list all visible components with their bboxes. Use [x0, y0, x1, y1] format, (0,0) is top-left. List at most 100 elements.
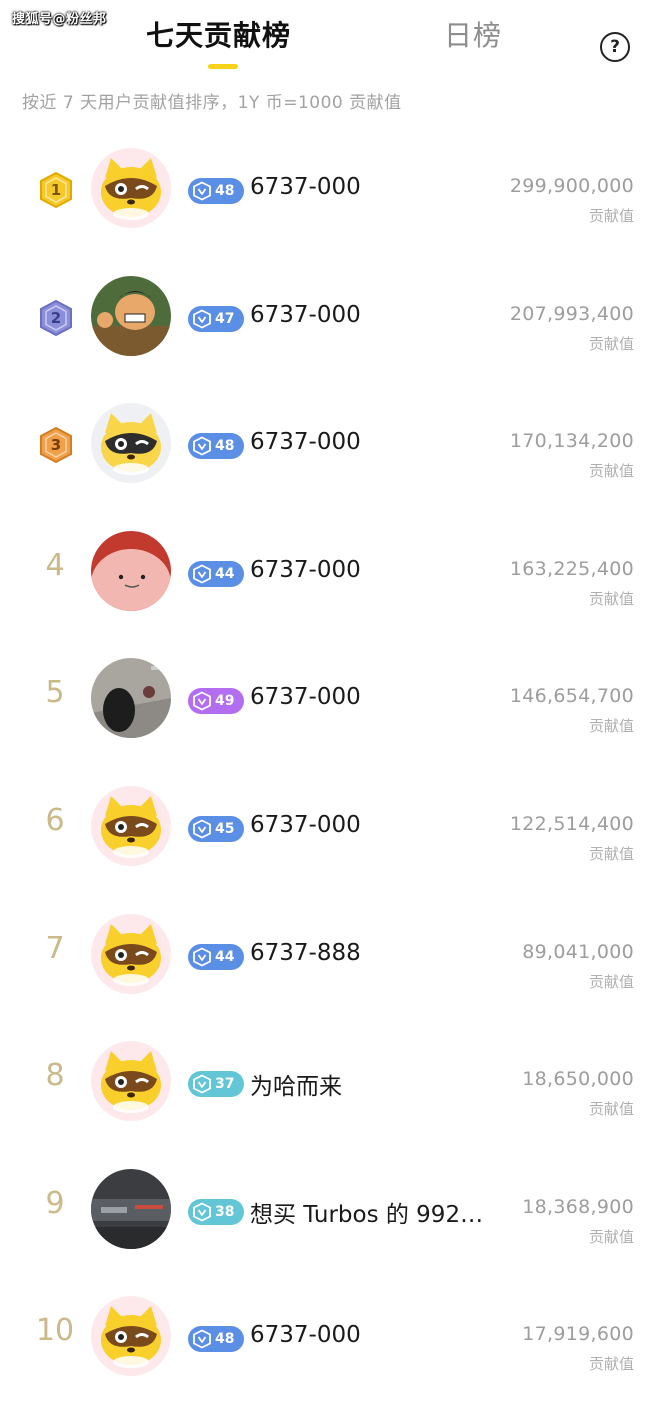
level-diamond-icon: [192, 309, 212, 329]
username[interactable]: 6737-000: [250, 302, 361, 328]
username[interactable]: 6737-888: [250, 940, 361, 966]
avatar[interactable]: [91, 403, 171, 484]
ranking-description: 按近 7 天用户贡献值排序，1Y 币=1000 贡献值: [22, 93, 402, 113]
bronze-medal-icon: 3: [38, 426, 74, 464]
contribution-label: 贡献值: [588, 207, 634, 225]
avatar[interactable]: [91, 913, 171, 994]
gold-medal-icon: 1: [38, 171, 74, 209]
silver-medal-icon: 2: [38, 299, 74, 337]
level-diamond-icon: [192, 819, 212, 839]
rank-number: 8: [45, 1058, 65, 1094]
leaderboard-row[interactable]: 7 44 6737-888 89,041,000 贡献值: [0, 891, 655, 1019]
level-number: 38: [215, 1203, 235, 1220]
contribution-label: 贡献值: [588, 844, 634, 863]
level-number: 49: [215, 693, 235, 710]
username[interactable]: 6737-000: [250, 557, 361, 583]
rank-number: 10: [35, 1313, 75, 1349]
level-diamond-icon: [192, 181, 212, 201]
tab-daily-ranking[interactable]: 日榜: [444, 14, 502, 54]
level-number: 45: [215, 820, 235, 837]
level-badge: 38: [188, 1198, 244, 1225]
leaderboard-row[interactable]: 8 37 为哈而来 18,650,000 贡献值: [0, 1018, 655, 1146]
rank-number: 1: [50, 181, 62, 199]
level-badge: 48: [188, 178, 244, 204]
level-diamond-icon: [192, 564, 212, 584]
username[interactable]: 想买 Turbos 的 992…: [250, 1195, 483, 1229]
rank-number: 4: [45, 547, 65, 583]
level-number: 37: [215, 1076, 235, 1093]
rank-number: 5: [45, 675, 65, 711]
rank-number: 7: [45, 930, 65, 966]
avatar[interactable]: [91, 785, 171, 866]
level-diamond-icon: [192, 691, 212, 711]
contribution-score: 299,900,000: [509, 175, 634, 197]
username[interactable]: 6737-000: [250, 1322, 361, 1348]
level-diamond-icon: [192, 1329, 212, 1349]
contribution-label: 贡献值: [588, 589, 634, 608]
contribution-label: 贡献值: [588, 334, 634, 353]
avatar[interactable]: [91, 148, 171, 228]
level-badge: 48: [188, 433, 244, 460]
level-badge: 44: [188, 560, 244, 587]
contribution-label: 贡献值: [588, 1100, 634, 1119]
level-badge: 37: [188, 1071, 244, 1098]
rank-number: 2: [50, 308, 62, 327]
contribution-score: 207,993,400: [509, 302, 634, 325]
avatar[interactable]: [91, 275, 171, 356]
rank-number: 6: [45, 802, 65, 838]
contribution-score: 18,650,000: [522, 1068, 634, 1091]
level-diamond-icon: [192, 1074, 212, 1094]
username[interactable]: 6737-000: [250, 812, 361, 838]
contribution-label: 贡献值: [588, 462, 634, 481]
contribution-label: 贡献值: [588, 1355, 634, 1374]
avatar[interactable]: [91, 658, 171, 739]
leaderboard-row[interactable]: 10 48 6737-000 17,919,600 贡献值: [0, 1273, 655, 1401]
level-diamond-icon: [192, 436, 212, 456]
level-badge: 47: [188, 305, 244, 332]
level-badge: 48: [188, 1326, 244, 1353]
contribution-score: 17,919,600: [522, 1323, 634, 1346]
avatar[interactable]: [91, 1041, 171, 1122]
contribution-score: 163,225,400: [509, 557, 634, 580]
question-circle-icon[interactable]: ?: [600, 32, 630, 62]
leaderboard-row[interactable]: 2 47 6737-000 207,993,400 贡献值: [0, 253, 655, 381]
avatar[interactable]: [91, 1168, 171, 1249]
level-badge: 49: [188, 688, 244, 715]
contribution-score: 146,654,700: [509, 685, 634, 708]
level-diamond-icon: [192, 1202, 212, 1222]
level-diamond-icon: [192, 947, 212, 967]
leaderboard-list: 1 48 6737-000 299,900,000 贡献值 2 47 6737-…: [0, 125, 655, 1401]
contribution-score: 122,514,400: [509, 812, 634, 835]
leaderboard-row[interactable]: 6 45 6737-000 122,514,400 贡献值: [0, 763, 655, 891]
contribution-score: 89,041,000: [522, 940, 634, 963]
rank-number: 9: [45, 1185, 65, 1221]
contribution-label: 贡献值: [588, 717, 634, 736]
contribution-label: 贡献值: [588, 972, 634, 991]
leaderboard-row[interactable]: 4 44 6737-000 163,225,400 贡献值: [0, 508, 655, 636]
level-number: 44: [215, 948, 235, 965]
tab-bar: 七天贡献榜 日榜 ?: [0, 14, 655, 64]
contribution-score: 18,368,900: [522, 1195, 634, 1218]
contribution-label: 贡献值: [588, 1227, 634, 1246]
level-number: 47: [215, 310, 235, 327]
leaderboard-row[interactable]: 3 48 6737-000 170,134,200 贡献值: [0, 380, 655, 508]
rank-number: 3: [50, 436, 62, 455]
level-badge: 45: [188, 815, 244, 842]
username[interactable]: 为哈而来: [250, 1067, 342, 1101]
leaderboard-row[interactable]: 9 38 想买 Turbos 的 992… 18,368,900 贡献值: [0, 1146, 655, 1274]
avatar[interactable]: [91, 530, 171, 611]
level-number: 44: [215, 565, 235, 582]
username[interactable]: 6737-000: [250, 174, 361, 200]
level-number: 48: [215, 438, 235, 455]
tab-seven-day-ranking[interactable]: 七天贡献榜: [146, 14, 291, 54]
leaderboard-row[interactable]: 5 49 6737-000 146,654,700 贡献值: [0, 635, 655, 763]
level-number: 48: [215, 1331, 235, 1348]
contribution-score: 170,134,200: [509, 430, 634, 453]
avatar[interactable]: [91, 1296, 171, 1377]
active-tab-indicator: [208, 64, 238, 69]
level-badge: 44: [188, 943, 244, 970]
username[interactable]: 6737-000: [250, 429, 361, 455]
level-number: 48: [215, 183, 235, 199]
username[interactable]: 6737-000: [250, 684, 361, 710]
leaderboard-row[interactable]: 1 48 6737-000 299,900,000 贡献值: [0, 125, 655, 253]
